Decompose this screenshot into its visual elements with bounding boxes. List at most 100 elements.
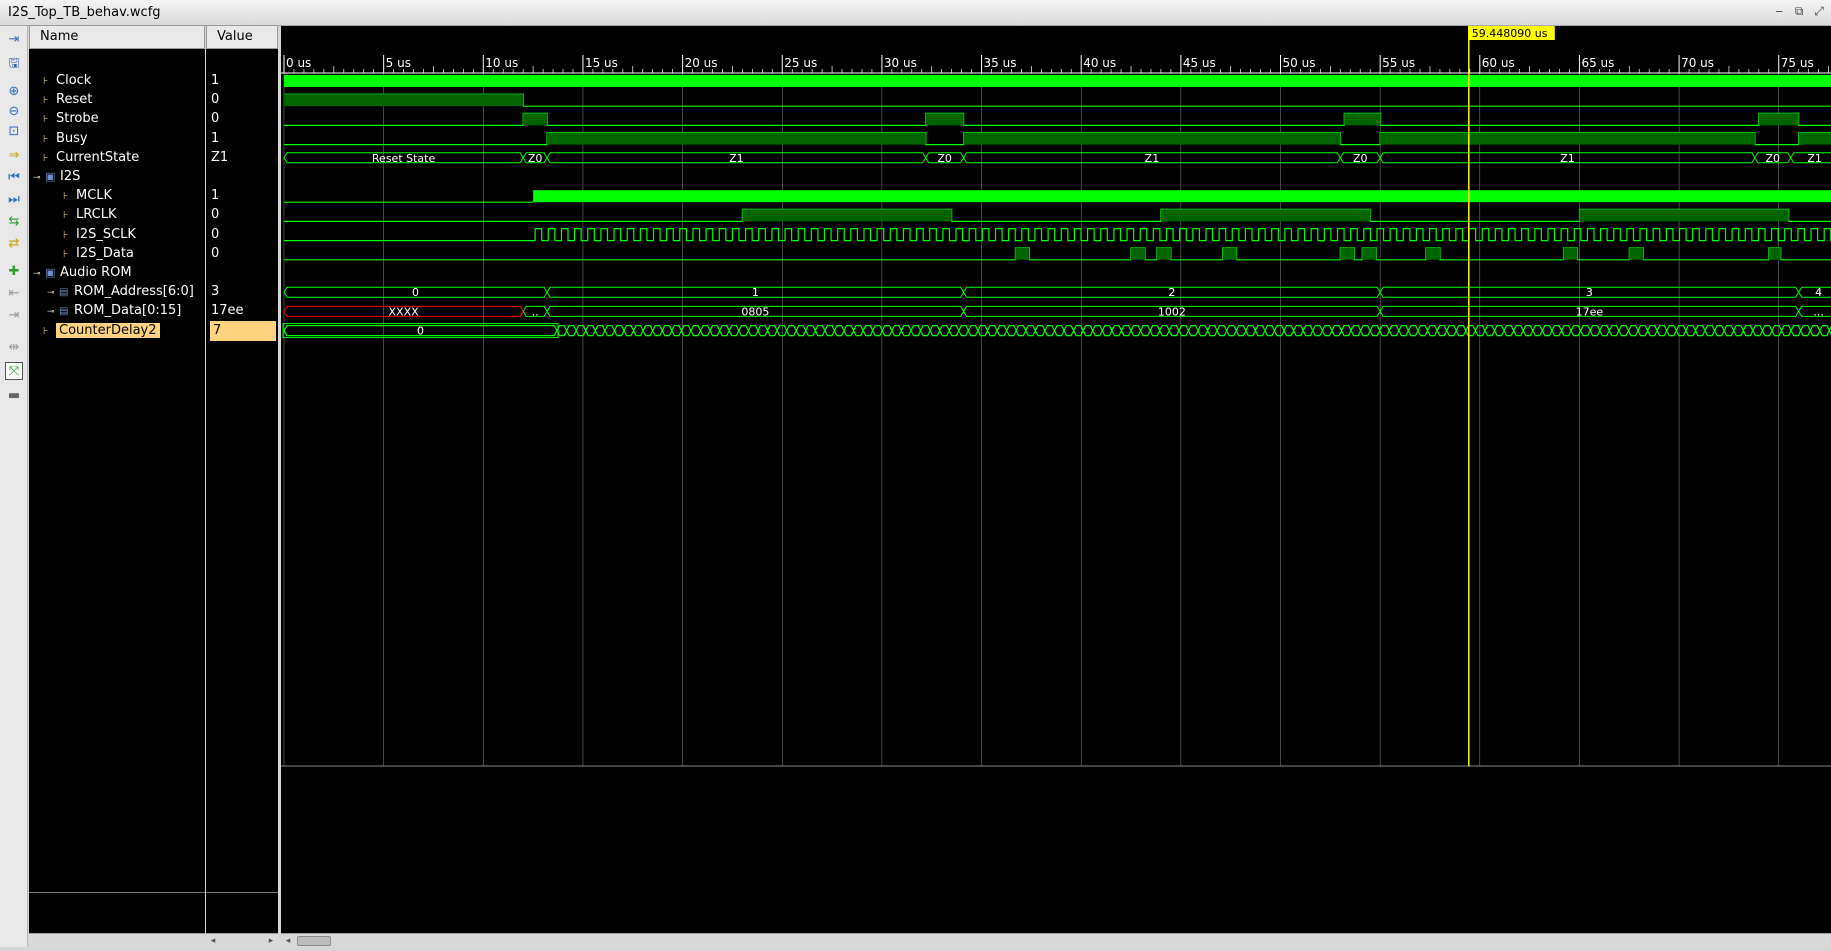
i2s-data-waveform-fill [1629, 247, 1644, 260]
scroll-left-icon[interactable]: ◂ [282, 935, 294, 947]
lrclk-waveform-fill [742, 209, 952, 222]
goto-start-icon[interactable]: ⏮ [5, 168, 23, 186]
signal-row-reset[interactable]: ⊦ Reset [43, 90, 92, 110]
window-titlebar: I2S_Top_TB_behav.wcfg ‒ ⧉ ⤢ [0, 0, 1831, 26]
signal-row-currentstate[interactable]: ⊦ CurrentState [43, 148, 139, 168]
i2s-data-waveform-fill [1768, 247, 1781, 260]
current-state-waveform-label: Reset State [372, 152, 436, 165]
i2s-data-waveform-fill [1131, 247, 1145, 260]
goto-end-icon[interactable]: ⏭ [5, 190, 23, 208]
waveform-scrollbar[interactable]: ◂ [281, 933, 1831, 947]
zoom-fit-icon[interactable]: ⊡ [5, 122, 23, 140]
collapse-toggle-icon[interactable]: ⊸ [33, 168, 43, 188]
collapse-toggle-icon[interactable]: ⊸ [33, 264, 43, 284]
ruler-tick-label: 5 us [386, 56, 411, 70]
value-pane-scrollbar[interactable]: ◂ ▸ [206, 933, 278, 947]
ruler-tick-label: 40 us [1083, 56, 1116, 70]
signal-value: 0 [211, 92, 220, 108]
counter-delay-waveform [556, 325, 1831, 337]
strobe-waveform-fill [1344, 113, 1381, 126]
reset-waveform-fill [284, 94, 524, 107]
signal-value: 1 [211, 188, 220, 204]
next-marker-icon[interactable]: ⇥ [5, 306, 23, 324]
signal-value: 0 [211, 207, 220, 223]
name-column-header[interactable]: Name [29, 25, 205, 49]
rom-data-waveform-label: XXXX [389, 305, 420, 318]
snap-to-transition-icon[interactable]: ⤧ [5, 362, 23, 380]
signal-icon: ⊦ [43, 95, 49, 107]
i2s-sclk-waveform [284, 228, 1831, 242]
busy-waveform-fill [547, 132, 926, 145]
current-state-waveform-label: Z1 [729, 152, 744, 165]
signal-row-mclk[interactable]: ⊦ MCLK [63, 186, 112, 206]
signal-row-rom-data-0-15[interactable]: ⊸ ▤ ROM_Data[0:15] [47, 301, 181, 321]
signal-value: 1 [211, 130, 220, 146]
signal-row-audio-rom[interactable]: ⊸ ▣ Audio ROM [33, 263, 132, 283]
current-state-waveform-label: Z1 [1807, 152, 1822, 165]
expand-toggle-icon[interactable]: ⊸ [47, 283, 57, 303]
add-marker-icon[interactable]: ✚ [5, 262, 23, 280]
swap-cursors-icon[interactable]: ⇹ [5, 338, 23, 356]
signal-value: 0 [211, 245, 220, 261]
signal-row-busy[interactable]: ⊦ Busy [43, 129, 88, 149]
group-icon: ▣ [45, 266, 56, 279]
scroll-left-icon[interactable]: ◂ [207, 935, 219, 947]
ruler-tick-label: 75 us [1781, 56, 1814, 70]
signal-icon: ⊦ [63, 248, 69, 260]
rom-data-waveform-label: .. [532, 305, 539, 318]
signal-row-lrclk[interactable]: ⊦ LRCLK [63, 205, 116, 225]
ruler-tick-label: 45 us [1183, 56, 1216, 70]
zoom-in-icon[interactable]: ⊕ [5, 82, 23, 100]
signal-row-i2s-sclk[interactable]: ⊦ I2S_SCLK [63, 225, 136, 245]
i2s-data-waveform [284, 247, 1831, 261]
current-state-waveform-label: Z0 [528, 152, 543, 165]
value-column-header[interactable]: Value [206, 25, 278, 49]
lrclk-waveform-fill [1579, 209, 1789, 222]
value-pane-divider [206, 892, 278, 893]
maximize-icon[interactable]: ⤢ [1811, 4, 1827, 19]
scroll-right-icon[interactable]: ▸ [265, 935, 277, 947]
waveform-canvas[interactable]: 0 us 5 us 10 us 15 us 20 us 25 us 30 us 35 us 40… [281, 26, 1831, 947]
signal-name: Reset [56, 92, 93, 108]
previous-marker-icon[interactable]: ⇤ [5, 284, 23, 302]
ruler-tick-label: 30 us [884, 56, 917, 70]
lrclk-waveform-fill [1160, 209, 1371, 222]
signal-icon: ⊦ [43, 76, 49, 87]
current-state-waveform-label: Z0 [937, 152, 952, 165]
cursor-time-label: 59.448090 us [1472, 27, 1548, 40]
minimize-icon[interactable]: ‒ [1771, 4, 1787, 18]
signal-row-strobe[interactable]: ⊦ Strobe [43, 109, 99, 129]
signal-row-i2s[interactable]: ⊸ ▣ I2S [33, 167, 80, 187]
next-transition-icon[interactable]: ⇄ [5, 234, 23, 252]
ruler-tick-label: 65 us [1581, 56, 1614, 70]
signal-row-i2s-data[interactable]: ⊦ I2S_Data [63, 244, 134, 264]
signal-icon: ⊦ [43, 114, 49, 126]
save-icon[interactable]: 🖫 [5, 56, 23, 74]
previous-transition-icon[interactable]: ⇆ [5, 212, 23, 230]
signal-row-rom-address-6-0[interactable]: ⊸ ▤ ROM_Address[6:0] [47, 282, 194, 302]
mclk-waveform [533, 190, 1831, 203]
window-title: I2S_Top_TB_behav.wcfg [8, 5, 161, 20]
floating-ruler-icon[interactable]: ▬ [5, 386, 23, 404]
name-pane-scrollbar[interactable] [29, 933, 205, 947]
zoom-out-icon[interactable]: ⊖ [5, 102, 23, 120]
signal-value-pane: 1 0 0 1 Z1 1 0 0 0 3 17ee 7 ◂ ▸ [206, 49, 278, 947]
restore-icon[interactable]: ⧉ [1791, 4, 1807, 19]
signal-row-counterdelay2[interactable]: ⊦ CounterDelay2 [43, 321, 160, 341]
scroll-thumb[interactable] [297, 936, 331, 946]
window-controls: ‒ ⧉ ⤢ [1771, 4, 1827, 19]
i2s-data-waveform-fill [1156, 247, 1171, 260]
bus-icon: ▤ [59, 287, 69, 299]
rom-address-waveform-label: 1 [752, 286, 759, 299]
signal-name: I2S_SCLK [76, 226, 136, 242]
goto-cursor-icon[interactable]: ⇒ [5, 146, 23, 164]
expand-toggle-icon[interactable]: ⊸ [47, 302, 57, 322]
signal-name: Audio ROM [60, 265, 132, 280]
signal-row-clock[interactable]: ⊦ Clock [43, 71, 91, 91]
signal-value: 7 [210, 320, 276, 341]
signal-value: Z1 [211, 149, 229, 165]
rom-data-waveform-label: 1002 [1158, 305, 1186, 318]
collapse-icon[interactable]: ⇥ [5, 30, 23, 48]
waveform-pane[interactable]: 0 us 5 us 10 us 15 us 20 us 25 us 30 us 35 us 40… [281, 26, 1831, 947]
signal-name: ROM_Data[0:15] [74, 303, 182, 319]
